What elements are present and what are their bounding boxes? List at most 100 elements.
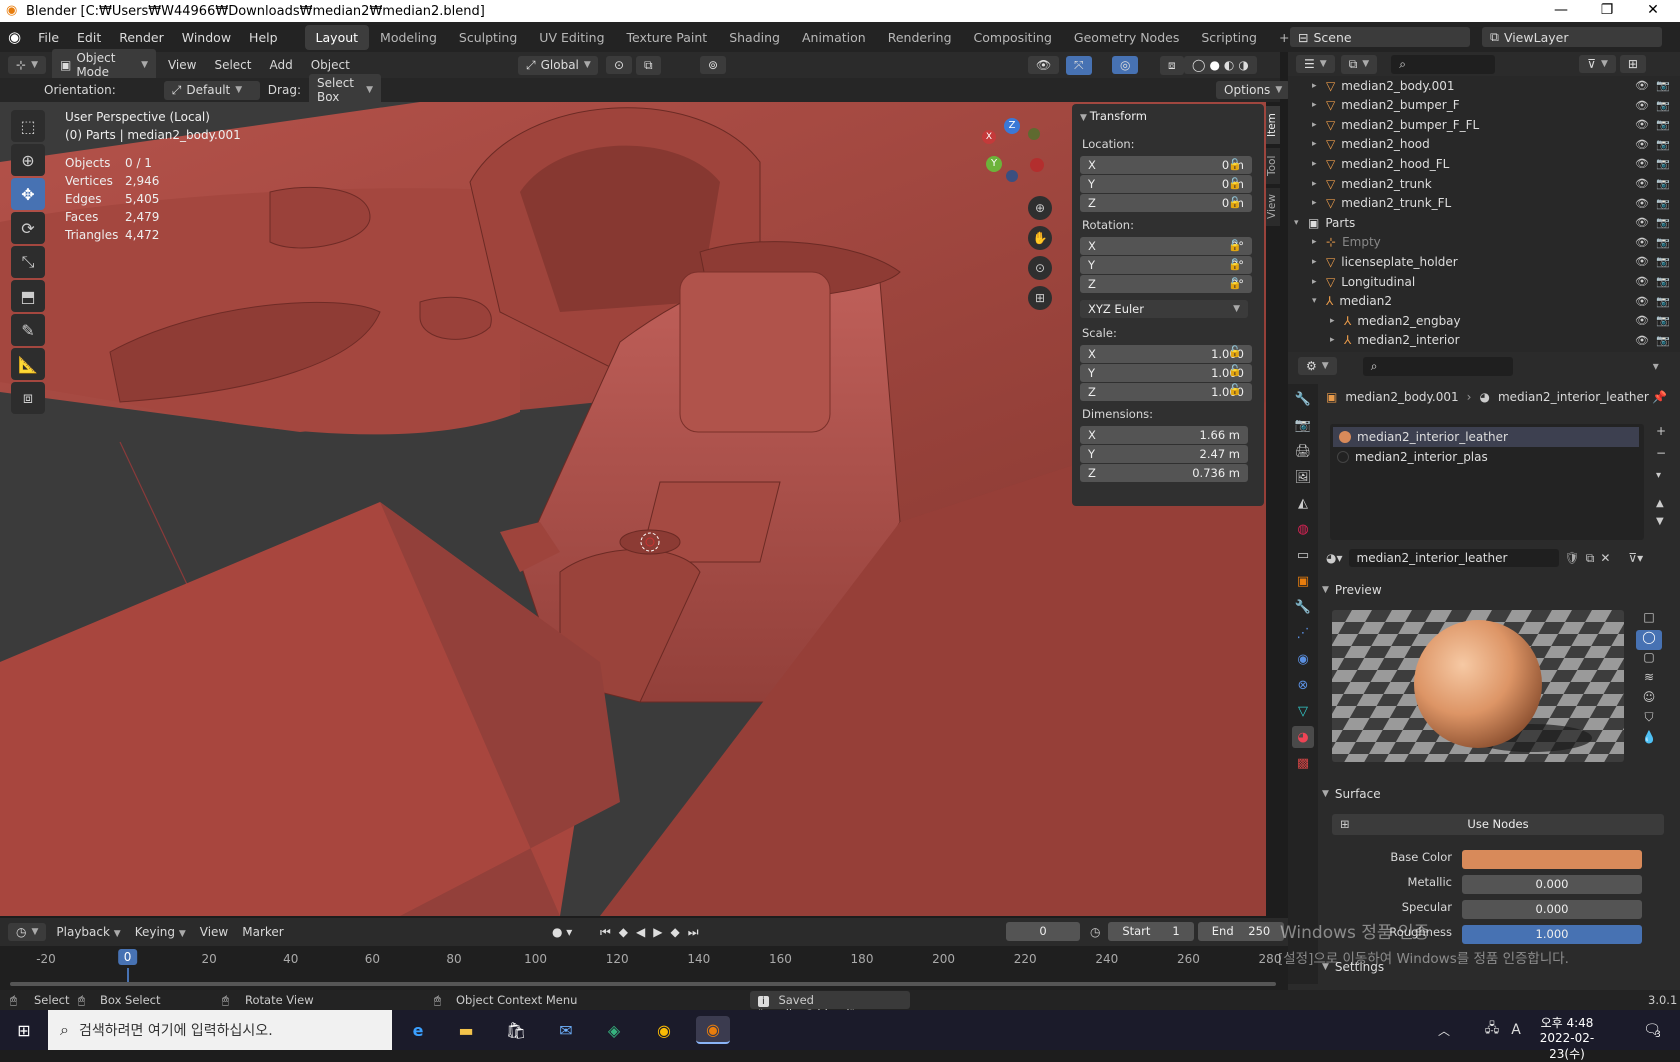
timeline-editor-type[interactable]: ◷ ▼: [8, 923, 47, 941]
render-camera-icon[interactable]: 📷: [1656, 216, 1670, 229]
render-camera-icon[interactable]: 📷: [1656, 99, 1670, 112]
restore-button[interactable]: ❐: [1584, 0, 1630, 22]
notification-icon[interactable]: 🗨: [1638, 1016, 1666, 1044]
use-nodes-button[interactable]: ⊞ Use Nodes: [1332, 814, 1664, 835]
pivot-button[interactable]: ⊙: [606, 56, 633, 74]
preview-hair-icon[interactable]: ≋: [1636, 670, 1662, 690]
blender-menu-icon[interactable]: ◉: [8, 28, 21, 46]
material-tab-icon[interactable]: ◕: [1292, 726, 1314, 748]
tab-animation[interactable]: Animation: [791, 25, 877, 50]
particles-tab-icon[interactable]: ⋰: [1292, 622, 1314, 644]
chrome-icon[interactable]: ◉: [650, 1016, 678, 1044]
material-type-icon[interactable]: ⊽▾: [1628, 551, 1643, 565]
clock[interactable]: 오후 4:48 2022-02-23(수): [1530, 1014, 1604, 1062]
render-camera-icon[interactable]: 📷: [1656, 118, 1670, 131]
pin-icon[interactable]: 📌: [1652, 390, 1667, 404]
render-camera-icon[interactable]: 📷: [1656, 79, 1670, 92]
current-frame-field[interactable]: 0: [1006, 922, 1080, 941]
lock-icon[interactable]: 🔓: [1228, 345, 1242, 359]
viewlayer-selector[interactable]: ⧉ ViewLayer: [1482, 27, 1662, 47]
windows-start-icon[interactable]: ⊞: [10, 1016, 38, 1044]
close-button[interactable]: ✕: [1630, 0, 1676, 22]
tab-modeling[interactable]: Modeling: [369, 25, 448, 50]
tool-tab-icon[interactable]: 🔧: [1292, 388, 1314, 410]
menu-keying[interactable]: Keying ▼: [131, 925, 190, 939]
expand-arrow-icon[interactable]: ▸: [1312, 257, 1317, 267]
menu-edit[interactable]: Edit: [68, 30, 110, 45]
expand-arrow-icon[interactable]: ▸: [1312, 139, 1317, 149]
outliner-item[interactable]: ▸ ▽ median2_body.001 👁 📷: [1288, 76, 1680, 95]
transform-orientation-dropdown[interactable]: ⤢ Global ▼: [518, 55, 598, 75]
solid-shading-icon[interactable]: ●: [1209, 58, 1219, 72]
dimensions-z-field[interactable]: Z 0.736 m: [1080, 464, 1248, 482]
add-cube-tool[interactable]: ⧈: [11, 382, 45, 414]
data-tab-icon[interactable]: ▽: [1292, 700, 1314, 722]
camera-icon[interactable]: ⊙: [1028, 256, 1052, 280]
wireframe-shading-icon[interactable]: ◯: [1192, 58, 1205, 72]
expand-arrow-icon[interactable]: ▸: [1312, 179, 1317, 189]
render-camera-icon[interactable]: 📷: [1656, 255, 1670, 268]
location-z-field[interactable]: Z0 m: [1080, 194, 1252, 212]
gizmo-neg-z[interactable]: [1006, 170, 1018, 182]
tab-layout[interactable]: Layout: [304, 24, 370, 50]
texture-tab-icon[interactable]: ▩: [1292, 752, 1314, 774]
lock-icon[interactable]: 🔓: [1228, 196, 1242, 210]
lock-icon[interactable]: 🔓: [1228, 258, 1242, 272]
tab-shading[interactable]: Shading: [718, 25, 791, 50]
visibility-eye-icon[interactable]: 👁: [1635, 177, 1649, 190]
menu-timeline-view[interactable]: View: [196, 925, 232, 939]
collection-tab-icon[interactable]: ▭: [1292, 544, 1314, 566]
render-camera-icon[interactable]: 📷: [1656, 177, 1670, 190]
rendered-shading-icon[interactable]: ◑: [1238, 58, 1248, 72]
visibility-eye-icon[interactable]: 👁: [1635, 197, 1649, 210]
scale-x-field[interactable]: X 1.000: [1080, 345, 1252, 363]
menu-help[interactable]: Help: [240, 30, 287, 45]
visibility-eye-icon[interactable]: 👁: [1635, 118, 1649, 131]
preview-cube-icon[interactable]: ▢: [1636, 650, 1662, 670]
tab-compositing[interactable]: Compositing: [963, 25, 1063, 50]
gizmo-toggle[interactable]: ⤧: [1066, 55, 1092, 75]
visibility-eye-icon[interactable]: 👁: [1635, 157, 1649, 170]
move-down-icon[interactable]: ▼: [1656, 516, 1664, 527]
tab-rendering[interactable]: Rendering: [877, 25, 963, 50]
menu-add[interactable]: Add: [264, 58, 299, 72]
outliner-item[interactable]: ▸ ▽ Longitudinal 👁 📷: [1288, 272, 1680, 291]
scale-tool[interactable]: ⤡: [11, 246, 45, 278]
base-color-swatch[interactable]: [1462, 850, 1642, 869]
render-camera-icon[interactable]: 📷: [1656, 236, 1670, 249]
duplicate-material-icon[interactable]: ⧉: [1586, 551, 1595, 566]
menu-view[interactable]: View: [162, 58, 202, 72]
rotation-mode-dropdown[interactable]: XYZ Euler ▼: [1080, 300, 1248, 318]
lock-icon[interactable]: 🔓: [1228, 177, 1242, 191]
playhead[interactable]: 0: [117, 949, 138, 965]
metallic-field[interactable]: 0.000: [1462, 875, 1642, 894]
render-camera-icon[interactable]: 📷: [1656, 138, 1670, 151]
material-shading-icon[interactable]: ◐: [1224, 58, 1234, 72]
zoom-icon[interactable]: ⊕: [1028, 196, 1052, 220]
tab-view[interactable]: View: [1266, 188, 1280, 226]
new-collection-button[interactable]: ⊞: [1619, 55, 1646, 73]
gizmo-neg-x[interactable]: [1030, 158, 1044, 172]
outliner-search-input[interactable]: ⌕: [1391, 54, 1496, 74]
outliner-item[interactable]: ▸ ▽ median2_bumper_F 👁 📷: [1288, 96, 1680, 115]
object-tab-icon[interactable]: ▣: [1292, 570, 1314, 592]
display-mode-button[interactable]: ⧉ ▼: [1340, 54, 1378, 74]
lock-icon[interactable]: 🔓: [1228, 158, 1242, 172]
tab-scripting[interactable]: Scripting: [1190, 25, 1268, 50]
lock-icon[interactable]: 🔓: [1228, 383, 1242, 397]
expand-arrow-icon[interactable]: ▸: [1312, 198, 1317, 208]
outliner-item[interactable]: ▸ ▽ median2_trunk_FL 👁 📷: [1288, 194, 1680, 213]
outliner-editor-type[interactable]: ☰ ▼: [1296, 55, 1335, 73]
visibility-eye-icon[interactable]: 👁: [1635, 334, 1649, 347]
dimensions-x-field[interactable]: X 1.66 m: [1080, 426, 1248, 444]
fake-user-shield-icon[interactable]: 🛡: [1565, 551, 1580, 565]
edge-icon[interactable]: e: [404, 1016, 432, 1044]
expand-arrow-icon[interactable]: ▸: [1312, 237, 1317, 247]
preview-range-clock-icon[interactable]: ◷: [1090, 925, 1100, 939]
blender-taskbar-icon[interactable]: ◉: [696, 1016, 730, 1044]
outliner-item[interactable]: ▸ ▽ median2_trunk 👁 📷: [1288, 174, 1680, 193]
expand-arrow-icon[interactable]: ▸: [1330, 316, 1335, 326]
gizmo-z-axis[interactable]: Z: [1004, 118, 1020, 134]
lock-icon[interactable]: 🔓: [1228, 277, 1242, 291]
dimensions-y-field[interactable]: Y 2.47 m: [1080, 445, 1248, 463]
